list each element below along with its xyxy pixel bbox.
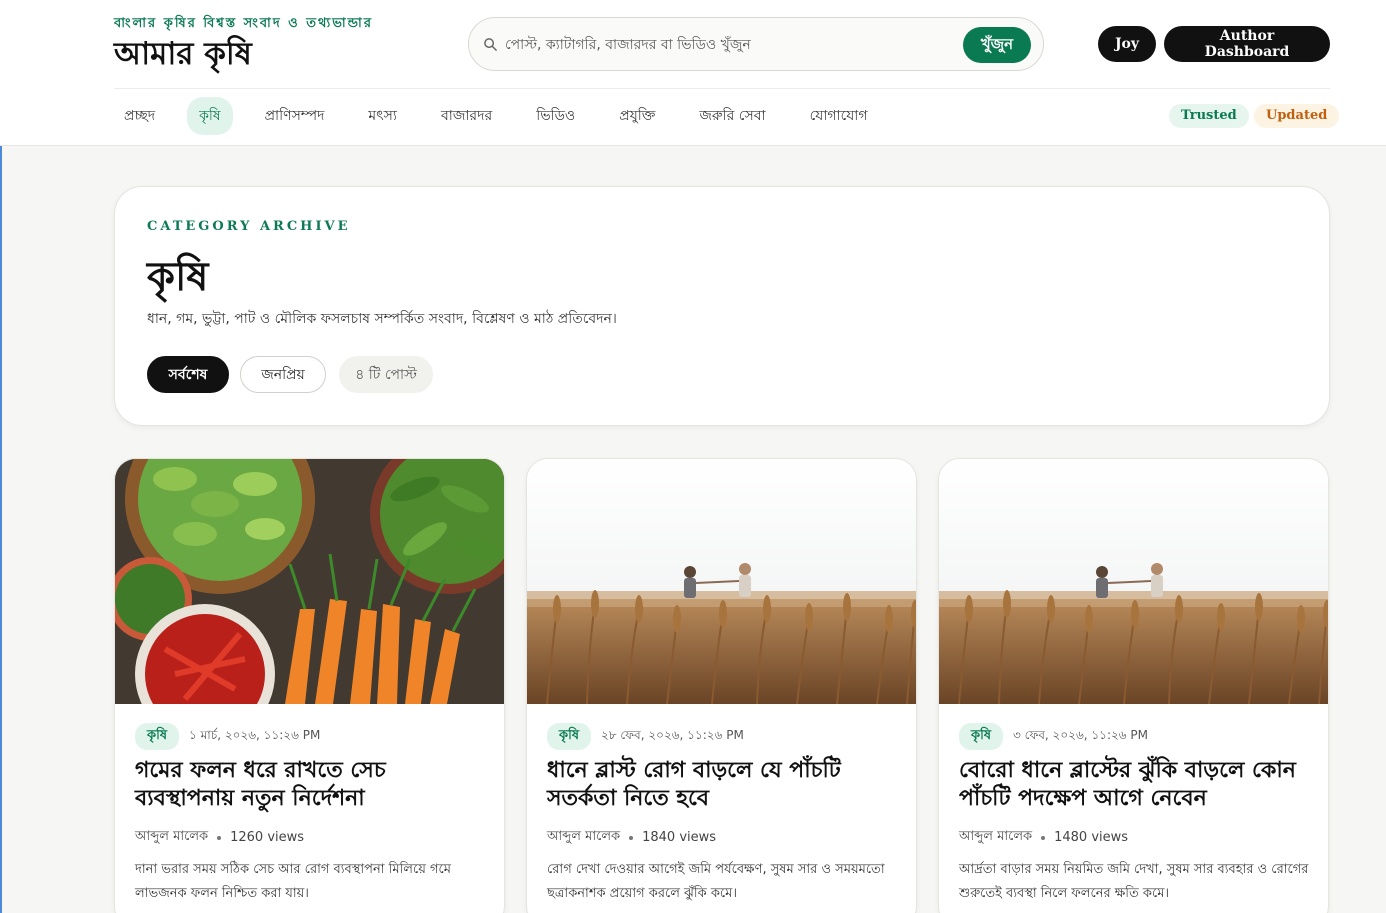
post-title[interactable]: ধানে ব্লাস্ট রোগ বাড়লে যে পাঁচটি সতর্কত… xyxy=(547,757,902,813)
post-byline: আব্দুল মালেক 1260 views xyxy=(135,827,304,848)
search-input[interactable] xyxy=(505,32,945,58)
post-excerpt: দানা ভরার সময় সঠিক সেচ আর রোগ ব্যবস্থাপ… xyxy=(135,862,451,901)
trusted-badge: Trusted xyxy=(1169,104,1249,128)
separator-dot xyxy=(217,835,222,840)
user-profile-button[interactable]: Joy xyxy=(1098,26,1156,62)
nav-item-emergency[interactable]: জরুরি সেবা xyxy=(687,97,777,135)
nav-item-technology[interactable]: প্রযুক্তি xyxy=(607,97,667,135)
post-author[interactable]: আব্দুল মালেক xyxy=(135,827,208,848)
post-thumbnail-vegetables[interactable] xyxy=(115,459,505,704)
page-title: কৃষি xyxy=(147,254,209,300)
post-excerpt: আর্দ্রতা বাড়ার সময় নিয়মিত জমি দেখা, স… xyxy=(959,862,1309,901)
post-meta: কৃষি ২৮ ফেব, ২০২৬, ১১:২৬ PM xyxy=(547,723,744,750)
nav-item-market-price[interactable]: বাজারদর xyxy=(429,97,504,135)
author-dashboard-button[interactable]: Author Dashboard xyxy=(1164,26,1330,62)
search-icon xyxy=(484,38,497,51)
main-nav: প্রচ্ছদ কৃষি প্রাণিসম্পদ মৎস্য বাজারদর ভ… xyxy=(112,97,900,135)
post-views: 1840 views xyxy=(642,830,717,845)
nav-item-home[interactable]: প্রচ্ছদ xyxy=(112,97,167,135)
nav-item-agriculture[interactable]: কৃষি xyxy=(187,97,233,135)
category-tag[interactable]: কৃষি xyxy=(959,723,1003,750)
nav-item-video[interactable]: ভিডিও xyxy=(524,97,587,135)
category-tag[interactable]: কৃষি xyxy=(547,723,591,750)
post-title[interactable]: গমের ফলন ধরে রাখতে সেচ ব্যবস্থাপনায় নতু… xyxy=(135,757,490,813)
post-views: 1260 views xyxy=(230,830,305,845)
post-views: 1480 views xyxy=(1054,830,1129,845)
separator-dot xyxy=(1041,835,1046,840)
post-author[interactable]: আব্দুল মালেক xyxy=(959,827,1032,848)
site-logo[interactable]: আমার কৃষি xyxy=(114,30,252,82)
post-thumbnail-wheat-field[interactable] xyxy=(527,459,917,704)
post-card[interactable]: কৃষি ২৮ ফেব, ২০২৬, ১১:২৬ PM ধানে ব্লাস্ট… xyxy=(526,458,917,913)
post-date: ২৮ ফেব, ২০২৬, ১১:২৬ PM xyxy=(600,727,744,742)
post-author[interactable]: আব্দুল মালেক xyxy=(547,827,620,848)
archive-kicker: CATEGORY ARCHIVE xyxy=(147,219,351,234)
separator-dot xyxy=(629,835,634,840)
post-meta: কৃষি ১ মার্চ, ২০২৬, ১১:২৬ PM xyxy=(135,723,320,750)
post-title[interactable]: বোরো ধানে ব্লাস্টের ঝুঁকি বাড়লে কোন পাঁ… xyxy=(959,757,1314,813)
updated-badge: Updated xyxy=(1254,104,1340,128)
nav-item-contact[interactable]: যোগাযোগ xyxy=(798,97,880,135)
post-card[interactable]: কৃষি ৩ ফেব, ২০২৬, ১১:২৬ PM বোরো ধানে ব্ল… xyxy=(938,458,1329,913)
search-bar: খুঁজুন xyxy=(468,17,1044,71)
filter-latest-button[interactable]: সর্বশেষ xyxy=(147,356,229,393)
nav-divider xyxy=(114,88,1330,89)
post-card[interactable]: কৃষি ১ মার্চ, ২০২৬, ১১:২৬ PM গমের ফলন ধর… xyxy=(114,458,505,913)
search-button[interactable]: খুঁজুন xyxy=(963,27,1031,63)
nav-item-livestock[interactable]: প্রাণিসম্পদ xyxy=(253,97,337,135)
post-byline: আব্দুল মালেক 1840 views xyxy=(547,827,716,848)
nav-item-fisheries[interactable]: মৎস্য xyxy=(356,97,409,135)
archive-description: ধান, গম, ভুট্টা, পাট ও মৌলিক ফসলচাষ সম্প… xyxy=(147,311,617,327)
post-thumbnail-wheat-field[interactable] xyxy=(939,459,1329,704)
post-byline: আব্দুল মালেক 1480 views xyxy=(959,827,1128,848)
post-meta: কৃষি ৩ ফেব, ২০২৬, ১১:২৬ PM xyxy=(959,723,1148,750)
post-date: ৩ ফেব, ২০২৬, ১১:২৬ PM xyxy=(1012,727,1149,742)
post-excerpt: রোগ দেখা দেওয়ার আগেই জমি পর্যবেক্ষণ, সু… xyxy=(547,862,885,901)
site-header: বাংলার কৃষির বিশ্বস্ত সংবাদ ও তথ্যভান্ডা… xyxy=(0,0,1386,146)
post-count-badge: ৪ টি পোস্ট xyxy=(339,356,433,393)
category-archive-header: CATEGORY ARCHIVE কৃষি ধান, গম, ভুট্টা, প… xyxy=(114,186,1330,426)
filter-popular-button[interactable]: জনপ্রিয় xyxy=(240,356,326,393)
category-tag[interactable]: কৃষি xyxy=(135,723,179,750)
post-date: ১ মার্চ, ২০২৬, ১১:২৬ PM xyxy=(188,727,321,742)
